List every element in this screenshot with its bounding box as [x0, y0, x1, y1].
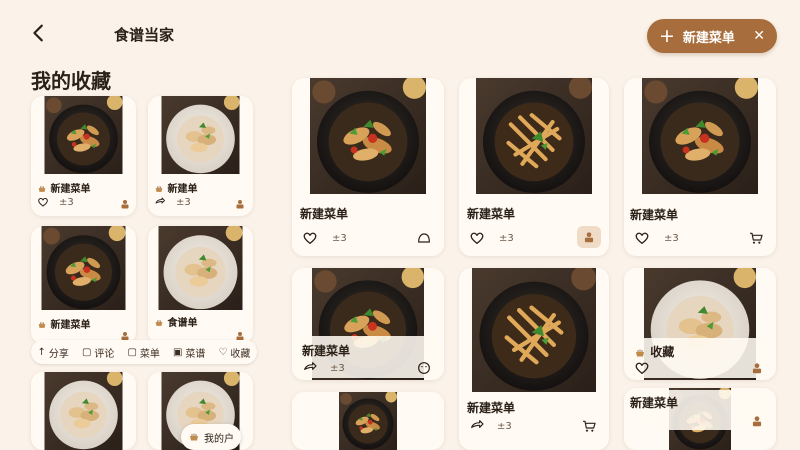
- chef-icon: [750, 414, 764, 428]
- card-title: 新建单: [167, 184, 198, 195]
- recipe-card[interactable]: 新建菜单 ±3: [459, 78, 609, 256]
- heart-icon[interactable]: [469, 230, 485, 246]
- like-count: ±3: [664, 232, 679, 244]
- pot-icon: [37, 184, 47, 194]
- recipe-card[interactable]: 新建单 ±3: [148, 96, 253, 216]
- like-count: ±3: [499, 232, 514, 244]
- plus-icon: +: [659, 25, 675, 47]
- close-icon[interactable]: ✕: [753, 28, 765, 44]
- bag-icon[interactable]: [416, 230, 432, 246]
- card-title: 新建菜单: [300, 207, 349, 221]
- app-title: 食谱当家: [114, 26, 175, 44]
- recipe-card[interactable]: 新建菜单 ±3: [459, 268, 609, 450]
- share-icon[interactable]: [469, 418, 485, 434]
- cart-icon[interactable]: [581, 418, 597, 434]
- cart-icon[interactable]: [748, 230, 764, 246]
- top-bar: 食谱当家 + 新建菜单 ✕: [0, 0, 800, 70]
- recipe-card[interactable]: [292, 392, 444, 450]
- action-comment[interactable]: ▢ 评论: [82, 345, 114, 360]
- recipe-card[interactable]: [31, 372, 136, 450]
- like-count: ±3: [330, 362, 345, 374]
- dish-photo: [292, 78, 444, 194]
- action-favorite[interactable]: ♡ 收藏: [218, 345, 250, 360]
- dish-photo: [459, 78, 609, 194]
- card-title: 收藏: [650, 345, 675, 359]
- chef-icon: [234, 198, 246, 210]
- action-recipe[interactable]: ▣ 菜谱: [173, 345, 205, 360]
- recipe-card[interactable]: 收藏: [624, 268, 776, 380]
- new-menu-label: 新建菜单: [682, 30, 735, 46]
- face-icon[interactable]: [416, 360, 432, 376]
- comment-icon: ▢: [81, 346, 92, 358]
- heart-icon[interactable]: [37, 196, 49, 208]
- profile-label: 我的户: [204, 433, 234, 445]
- pot-icon: [154, 318, 164, 328]
- recipe-card[interactable]: 食谱单: [148, 226, 253, 344]
- dish-photo: [148, 226, 253, 310]
- card-title: 新建菜单: [630, 396, 679, 410]
- card-title: 新建菜单: [50, 184, 91, 195]
- chef-icon: [582, 230, 596, 244]
- dish-photo: [31, 226, 136, 310]
- profile-pill[interactable]: 我的户: [181, 424, 241, 450]
- like-count: ±3: [497, 420, 512, 432]
- recipe-card[interactable]: 新建菜单 ±3: [31, 96, 136, 216]
- back-arrow-icon[interactable]: [28, 22, 50, 44]
- chef-icon: [119, 198, 131, 210]
- share-icon[interactable]: [302, 360, 318, 376]
- recipe-card[interactable]: 新建菜单 ±3: [292, 78, 444, 256]
- chef-icon: [750, 361, 764, 375]
- recipe-card[interactable]: 新建菜单: [31, 226, 136, 344]
- pot-icon: [188, 431, 200, 443]
- heart-icon[interactable]: [302, 230, 318, 246]
- share-icon[interactable]: [154, 196, 166, 208]
- action-share[interactable]: ↑ 分享: [38, 345, 69, 360]
- card-title: 新建菜单: [302, 344, 351, 358]
- dish-photo: [624, 78, 776, 194]
- card-title: 新建菜单: [467, 401, 516, 415]
- like-count: ±3: [59, 196, 74, 208]
- section-title: 我的收藏: [31, 69, 111, 93]
- recipe-icon: ▣: [172, 346, 183, 358]
- dish-photo: [31, 372, 136, 450]
- chef-badge: [577, 226, 601, 248]
- recipe-card[interactable]: 新建菜单: [624, 388, 776, 450]
- action-bar: ↑ 分享 ▢ 评论 ▢ 菜单 ▣ 菜谱 ♡ 收藏: [31, 340, 257, 364]
- dish-photo: [31, 96, 136, 174]
- pot-icon: [154, 184, 164, 194]
- heart-icon[interactable]: [634, 360, 650, 376]
- card-title: 新建菜单: [630, 208, 679, 222]
- dish-photo: [148, 96, 253, 174]
- menu-icon: ▢: [127, 346, 137, 358]
- card-title: 新建菜单: [50, 320, 91, 331]
- new-menu-button[interactable]: + 新建菜单 ✕: [647, 19, 777, 53]
- pot-icon: [634, 347, 646, 359]
- dish-photo: [459, 268, 609, 392]
- heart-icon: ♡: [218, 346, 228, 358]
- share-arrow-icon: ↑: [37, 346, 46, 358]
- like-count: ±3: [176, 196, 191, 208]
- like-count: ±3: [332, 232, 347, 244]
- dish-photo: [292, 392, 444, 450]
- action-menu[interactable]: ▢ 菜单: [127, 345, 159, 360]
- card-title: 新建菜单: [467, 207, 516, 221]
- heart-icon[interactable]: [634, 230, 650, 246]
- card-title: 食谱单: [167, 318, 198, 329]
- pot-icon: [37, 320, 47, 330]
- recipe-card[interactable]: 新建菜单 ±3: [292, 268, 444, 380]
- recipe-card[interactable]: 新建菜单 ±3: [624, 78, 776, 256]
